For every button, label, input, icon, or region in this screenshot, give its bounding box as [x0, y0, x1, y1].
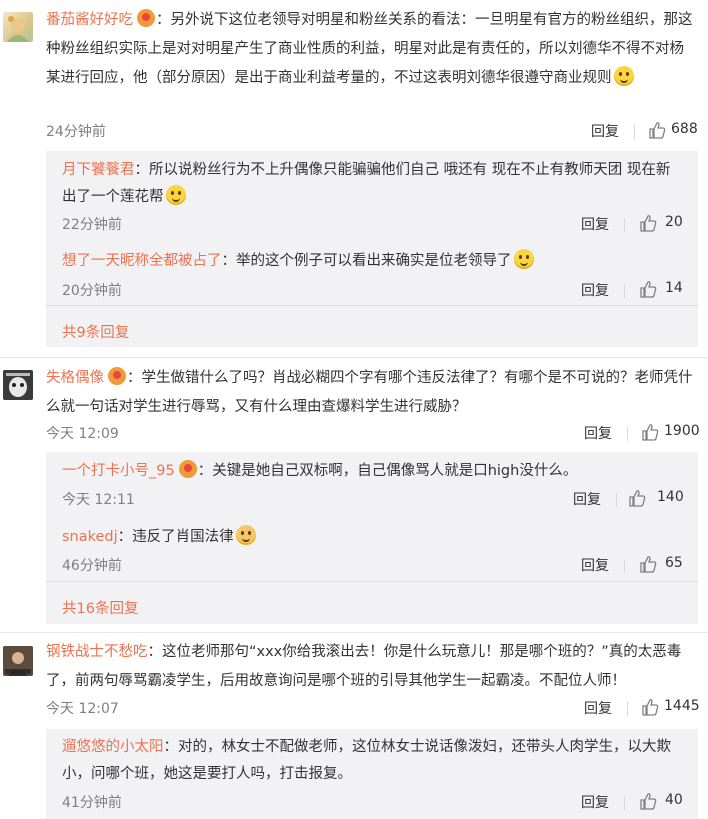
like-count: 1900	[664, 423, 700, 439]
reply-meta: 20分钟前 回复 14	[62, 280, 686, 302]
reply-text: ：所以说粉丝行为不上升偶像只能骗骗他们自己 哦还有 现在不止有教师天团 现在新出…	[62, 162, 671, 205]
divider	[634, 125, 635, 139]
divider	[627, 427, 628, 441]
reply-meta: 46分钟前 回复 65	[62, 555, 686, 577]
thumbs-up-icon[interactable]	[641, 423, 659, 441]
vip-badge-icon	[108, 367, 126, 385]
avatar-image	[7, 16, 29, 42]
reply-text: ：关键是她自己双标啊，自己偶像骂人就是口high没什么。	[197, 463, 578, 479]
reply-body: 月下饕餮君：所以说粉丝行为不上升偶像只能骗骗他们自己 哦还有 现在不止有教师天团…	[62, 157, 678, 211]
comment-meta: 今天 12:07 回复 1445	[46, 698, 700, 720]
divider	[616, 493, 617, 507]
replies-box: 月下饕餮君：所以说粉丝行为不上升偶像只能骗骗他们自己 哦还有 现在不止有教师天团…	[46, 151, 698, 347]
divider	[624, 796, 625, 810]
reply-body: 遛悠悠的小太阳：对的，林女士不配做老师，这位林女士说话像泼妇，还带头人肉学生，以…	[62, 734, 678, 788]
timestamp: 今天 12:09	[46, 426, 119, 442]
reply-text: ：违反了肖国法律	[117, 529, 234, 545]
username-link[interactable]: 钢铁战士不愁吃	[46, 644, 148, 660]
thumbs-up-icon[interactable]	[639, 214, 657, 232]
divider	[46, 581, 698, 582]
vip-badge-icon	[137, 9, 155, 27]
divider	[0, 632, 708, 633]
timestamp: 20分钟前	[62, 283, 122, 299]
like-count: 140	[657, 489, 684, 505]
reply-button[interactable]: 回复	[591, 121, 619, 141]
username-link[interactable]: snakedj	[62, 529, 118, 545]
thumbs-up-icon[interactable]	[639, 555, 657, 573]
reply-button[interactable]: 回复	[573, 489, 601, 509]
avatar-image	[3, 370, 33, 400]
divider	[46, 305, 698, 306]
timestamp: 今天 12:11	[62, 492, 135, 508]
replies-box: 遛悠悠的小太阳：对的，林女士不配做老师，这位林女士说话像泼妇，还带头人肉学生，以…	[46, 729, 698, 819]
more-replies-link[interactable]: 共9条回复	[62, 321, 129, 342]
reply-body: 一个打卡小号_95 ：关键是她自己双标啊，自己偶像骂人就是口high没什么。	[62, 458, 678, 485]
username-link[interactable]: 失格偶像	[46, 370, 104, 386]
thumbs-up-icon[interactable]	[628, 489, 646, 507]
timestamp: 46分钟前	[62, 558, 122, 574]
username-link[interactable]: 番茄酱好好吃	[46, 12, 133, 28]
reply-text: ：举的这个例子可以看出来确实是位老领导了	[221, 253, 512, 269]
thumbs-up-icon[interactable]	[641, 698, 659, 716]
divider	[624, 218, 625, 232]
like-count: 688	[671, 121, 698, 137]
reply-button[interactable]: 回复	[581, 792, 609, 812]
divider	[627, 702, 628, 716]
vip-badge-icon	[178, 460, 197, 478]
user-avatar[interactable]	[3, 12, 33, 42]
reply-body: snakedj：违反了肖国法律	[62, 524, 678, 551]
timestamp: 今天 12:07	[46, 701, 119, 717]
like-count: 40	[665, 792, 683, 808]
reply-button[interactable]: 回复	[581, 555, 609, 575]
like-count: 1445	[664, 698, 700, 714]
smile-emoji-icon	[613, 66, 634, 86]
reply-meta: 今天 12:11 回复 140	[62, 489, 686, 511]
username-link[interactable]: 月下饕餮君	[62, 162, 135, 178]
user-avatar[interactable]	[3, 646, 33, 676]
divider	[624, 559, 625, 573]
reply-button[interactable]: 回复	[581, 280, 609, 300]
reply-button[interactable]: 回复	[581, 214, 609, 234]
laugh-emoji-icon	[513, 249, 534, 269]
reply-body: 想了一天昵称全都被占了：举的这个例子可以看出来确实是位老领导了	[62, 248, 678, 275]
comment-body: 钢铁战士不愁吃：这位老师那句“xxx你给我滚出去！你是什么玩意儿！那是哪个班的？…	[46, 638, 698, 696]
reply-button[interactable]: 回复	[584, 698, 612, 718]
divider	[0, 357, 708, 358]
replies-box: 一个打卡小号_95 ：关键是她自己双标啊，自己偶像骂人就是口high没什么。 今天…	[46, 452, 698, 624]
thumbs-up-icon[interactable]	[639, 792, 657, 810]
thumbs-up-icon[interactable]	[639, 280, 657, 298]
comment-text: ：学生做错什么了吗？肖战必糊四个字有哪个违反法律了？有哪个是不可说的？老师凭什么…	[46, 370, 693, 415]
timestamp: 24分钟前	[46, 124, 106, 140]
user-avatar[interactable]	[3, 370, 33, 400]
timestamp: 22分钟前	[62, 217, 122, 233]
username-link[interactable]: 想了一天昵称全都被占了	[62, 253, 222, 269]
divider	[624, 284, 625, 298]
comment-meta: 24分钟前 回复 688	[46, 121, 698, 143]
comment-meta: 今天 12:09 回复 1900	[46, 423, 700, 445]
comment-body: 番茄酱好好吃 ：另外说下这位老领导对明星和粉丝关系的看法：一旦明星有官方的粉丝组织…	[46, 6, 698, 93]
username-link[interactable]: 一个打卡小号_95	[62, 463, 175, 479]
timestamp: 41分钟前	[62, 795, 122, 811]
username-link[interactable]: 遛悠悠的小太阳	[62, 739, 164, 755]
reply-meta: 41分钟前 回复 40	[62, 792, 686, 814]
thumbs-up-icon[interactable]	[648, 121, 666, 139]
more-replies-link[interactable]: 共16条回复	[62, 597, 138, 618]
reply-button[interactable]: 回复	[584, 423, 612, 443]
like-count: 20	[665, 214, 683, 230]
smile-emoji-icon	[165, 185, 186, 205]
comment-body: 失格偶像 ：学生做错什么了吗？肖战必糊四个字有哪个违反法律了？有哪个是不可说的？老…	[46, 364, 698, 422]
blush-emoji-icon	[235, 525, 256, 545]
like-count: 65	[665, 555, 683, 571]
reply-meta: 22分钟前 回复 20	[62, 214, 686, 236]
avatar-image	[3, 646, 33, 676]
like-count: 14	[665, 280, 683, 296]
